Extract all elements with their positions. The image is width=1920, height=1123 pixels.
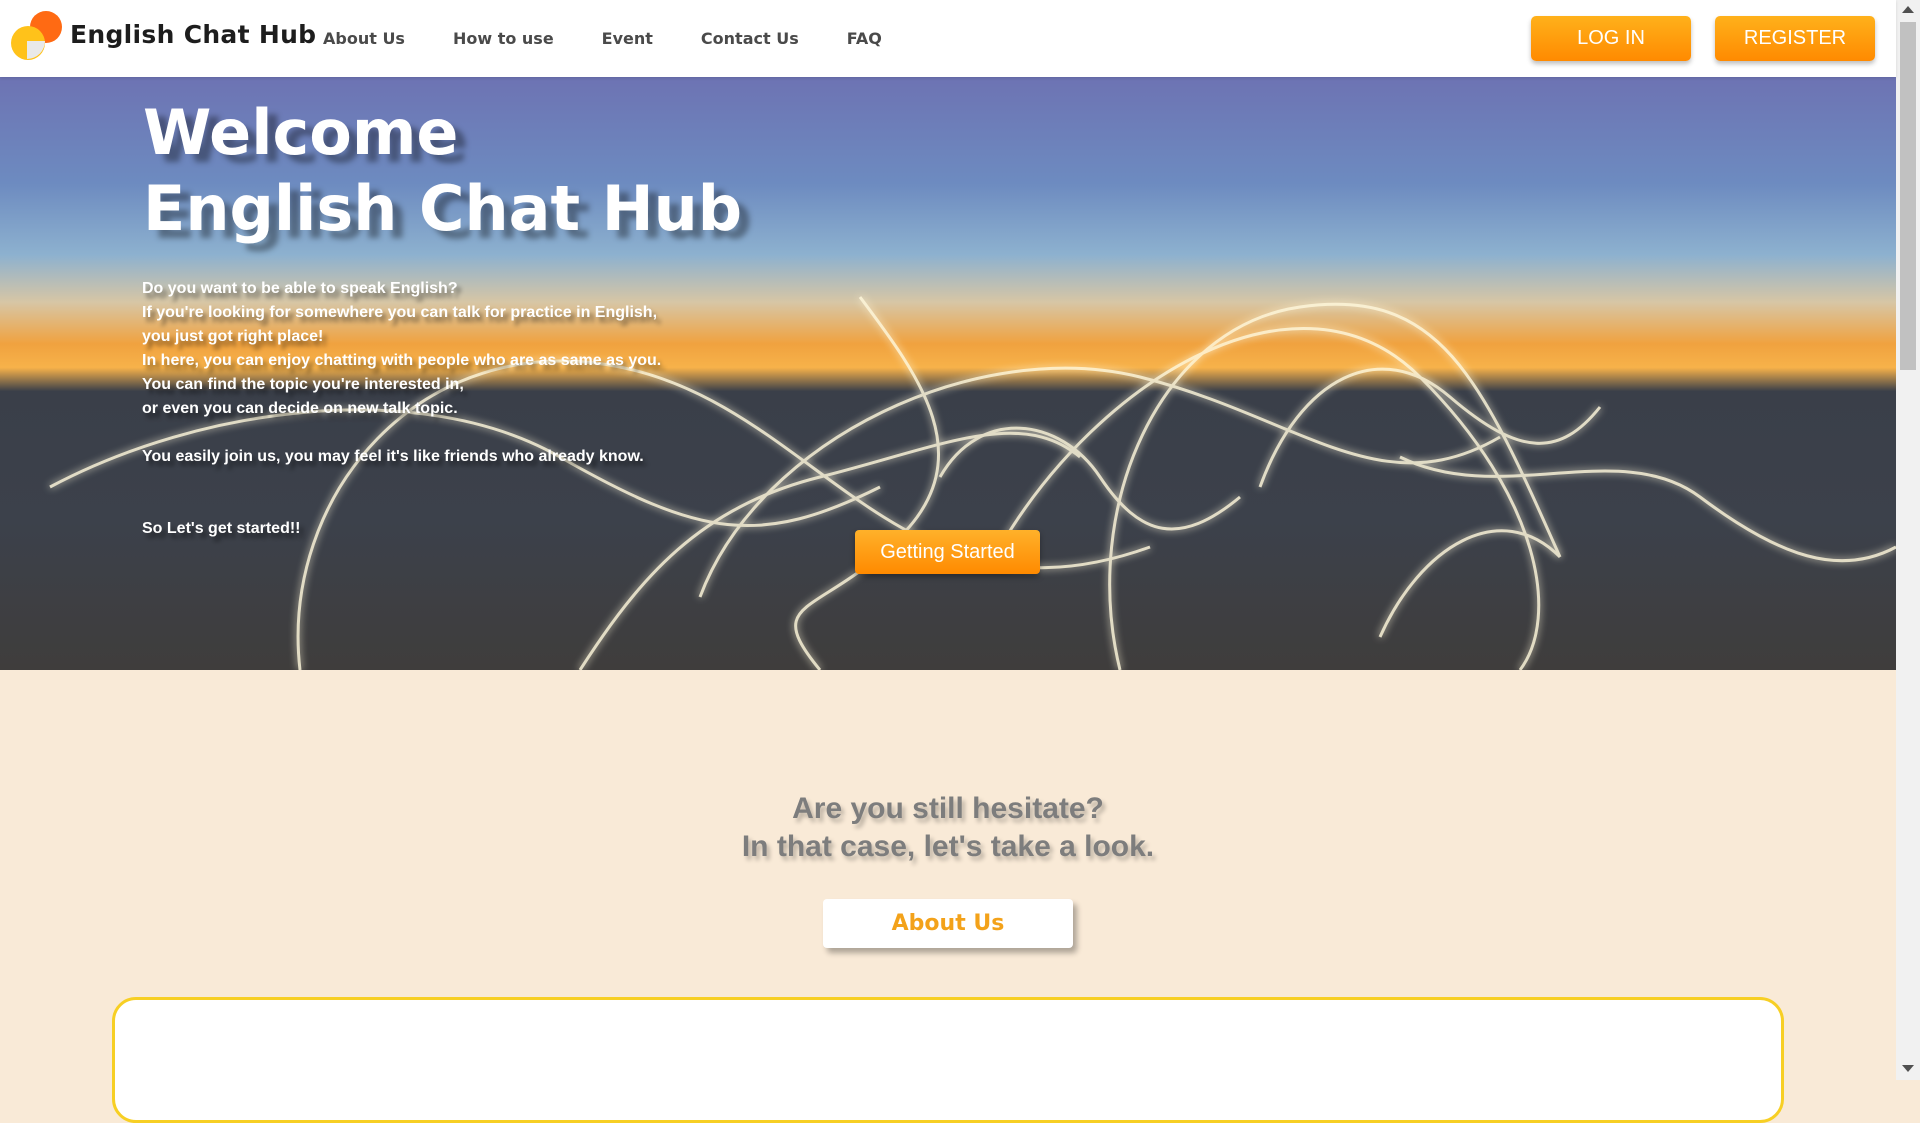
- hero-text-line: So Let's get started!!: [142, 520, 301, 537]
- logo-icon[interactable]: [11, 11, 63, 63]
- hero-text-line: Do you want to be able to speak English?: [142, 280, 458, 297]
- hero-text-line: you just got right place!: [142, 328, 324, 345]
- login-button[interactable]: LOG IN: [1531, 16, 1691, 61]
- nav-faq[interactable]: FAQ: [847, 29, 882, 48]
- getting-started-button[interactable]: Getting Started: [855, 530, 1040, 574]
- top-header: English Chat Hub About Us How to use Eve…: [0, 0, 1896, 77]
- section-heading-line1: Are you still hesitate?: [792, 792, 1104, 825]
- nav-contact-us[interactable]: Contact Us: [701, 29, 799, 48]
- scroll-down-icon[interactable]: [1902, 1065, 1914, 1072]
- logo-gray-quarter: [27, 41, 45, 59]
- hero-text-line: You easily join us, you may feel it's li…: [142, 448, 644, 465]
- page-scrollbar[interactable]: [1896, 0, 1920, 1080]
- nav-event[interactable]: Event: [602, 29, 653, 48]
- content-card: [112, 997, 1784, 1123]
- hero-text-line: or even you can decide on new talk topic…: [142, 400, 458, 417]
- hero-description: Do you want to be able to speak English?…: [142, 277, 702, 541]
- hero-text-line: If you're looking for somewhere you can …: [142, 304, 658, 321]
- section-heading-line2: In that case, let's take a look.: [741, 830, 1155, 863]
- scroll-thumb[interactable]: [1900, 22, 1916, 370]
- hero-title: Welcome English Chat Hub: [143, 95, 742, 247]
- register-button[interactable]: REGISTER: [1715, 16, 1875, 61]
- nav-about-us[interactable]: About Us: [323, 29, 405, 48]
- hero-text-line: You can find the topic you're interested…: [142, 376, 464, 393]
- hero-title-line1: Welcome: [143, 96, 459, 169]
- nav-how-to-use[interactable]: How to use: [453, 29, 554, 48]
- hero-title-line2: English Chat Hub: [143, 172, 743, 245]
- brand-name[interactable]: English Chat Hub: [70, 20, 316, 49]
- section-heading: Are you still hesitate? In that case, le…: [0, 790, 1896, 866]
- hero-section: Welcome English Chat Hub Do you want to …: [0, 77, 1896, 670]
- hero-text-line: In here, you can enjoy chatting with peo…: [142, 352, 662, 369]
- scroll-up-icon[interactable]: [1902, 6, 1914, 13]
- main-nav: About Us How to use Event Contact Us FAQ: [323, 29, 930, 48]
- about-us-button[interactable]: About Us: [823, 899, 1073, 948]
